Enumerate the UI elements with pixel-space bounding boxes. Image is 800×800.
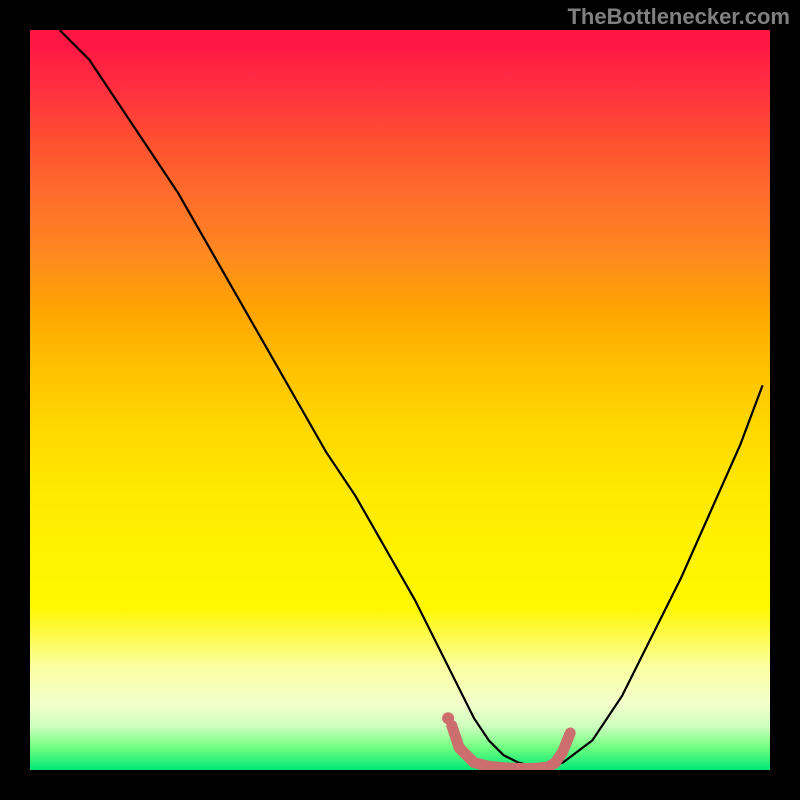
bottleneck-curve-path bbox=[60, 30, 763, 766]
optimal-zone-path bbox=[452, 726, 570, 769]
chart-plot-area bbox=[30, 30, 770, 770]
marker-dot bbox=[442, 712, 454, 724]
watermark-text: TheBottlenecker.com bbox=[567, 4, 790, 30]
chart-curve-layer bbox=[30, 30, 770, 770]
